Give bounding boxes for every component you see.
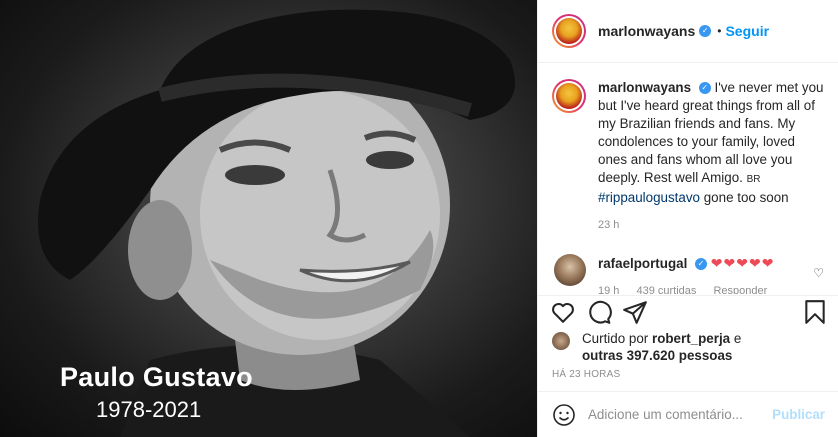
comment-username[interactable]: rafaelportugal [598, 256, 687, 271]
verified-icon: ✓ [695, 258, 708, 271]
comment-hearts: ❤❤❤❤❤ [710, 255, 775, 271]
liked-by-others[interactable]: outras 397.620 pessoas [582, 348, 732, 363]
reply-button[interactable]: Responder [713, 285, 767, 294]
caption-text: I've never met you but I've heard great … [598, 80, 824, 185]
action-bar [538, 295, 838, 329]
comment-time[interactable]: 19 h [598, 285, 619, 294]
post-caption: marlonwayans ✓ I've never met you but I'… [552, 79, 824, 234]
comments-list[interactable]: marlonwayans ✓ I've never met you but I'… [538, 63, 838, 294]
flag-label: BR [746, 174, 761, 185]
bookmark-icon[interactable] [802, 299, 828, 325]
comment-avatar[interactable] [554, 254, 586, 286]
memorial-years: 1978-2021 [96, 397, 202, 422]
heart-icon[interactable] [550, 299, 576, 325]
caption-username[interactable]: marlonwayans [598, 80, 691, 95]
memorial-name: Paulo Gustavo [60, 362, 253, 392]
post-photo[interactable]: Paulo Gustavo 1978-2021 [0, 0, 537, 437]
verified-icon: ✓ [699, 25, 712, 37]
follow-button[interactable]: Seguir [725, 23, 769, 39]
caption-avatar[interactable] [552, 79, 586, 113]
caption-time[interactable]: 23 h [598, 219, 619, 231]
comment-item: rafaelportugal ✓ ❤❤❤❤❤ 19 h 439 curtidas… [552, 254, 824, 294]
comment-like-icon[interactable]: ♡ [813, 266, 824, 280]
post-timestamp[interactable]: HÁ 23 HORAS [552, 369, 620, 380]
liked-by: Curtido por robert_perja e outras 397.62… [552, 330, 741, 364]
liked-by-avatar[interactable] [552, 332, 570, 350]
liked-by-joiner: e [733, 331, 742, 346]
instagram-post: Paulo Gustavo 1978-2021 marlonwayans ✓ •… [0, 0, 838, 437]
share-icon[interactable] [622, 299, 648, 325]
comment-icon[interactable] [586, 299, 612, 325]
avatar[interactable] [552, 14, 586, 48]
post-side-panel: marlonwayans ✓ • Seguir marlonwayans ✓ I… [537, 0, 838, 437]
post-header: marlonwayans ✓ • Seguir [538, 0, 838, 63]
header-username[interactable]: marlonwayans [598, 23, 695, 39]
separator-dot: • [717, 24, 722, 38]
liked-by-prefix: Curtido por [582, 331, 649, 346]
publish-button[interactable]: Publicar [772, 407, 825, 422]
hashtag-link[interactable]: #rippaulogustavo [598, 190, 700, 205]
caption-tail: gone too soon [703, 190, 789, 205]
comment-likes[interactable]: 439 curtidas [636, 285, 696, 294]
liked-by-user[interactable]: robert_perja [652, 331, 730, 346]
add-comment-bar: Publicar [538, 391, 838, 437]
comment-input[interactable] [588, 407, 773, 422]
emoji-icon[interactable] [552, 403, 576, 427]
verified-icon: ✓ [698, 82, 711, 95]
